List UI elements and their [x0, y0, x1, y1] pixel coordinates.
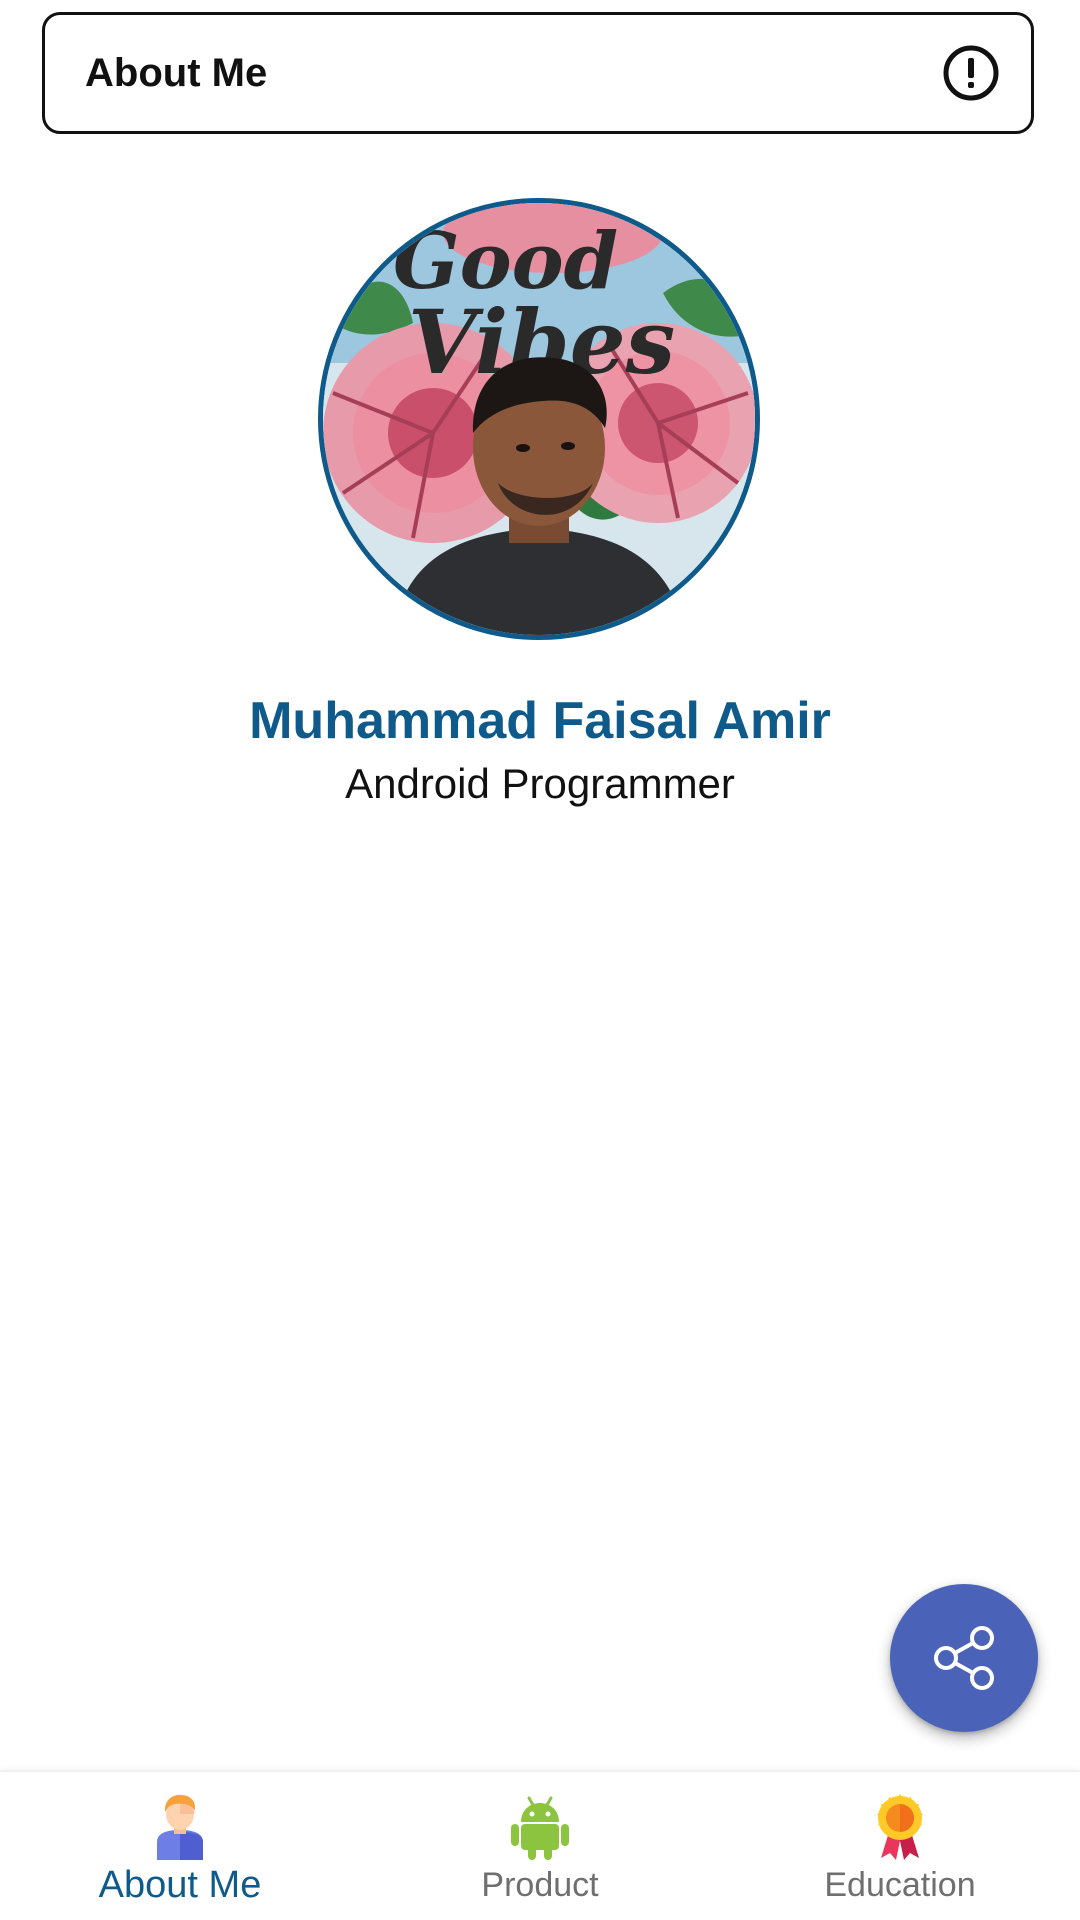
bottom-navigation: About Me Product Education: [0, 1770, 1080, 1920]
profile-role: Android Programmer: [345, 760, 735, 807]
page-title: About Me: [85, 51, 268, 95]
avatar: Good Vibes: [318, 198, 760, 640]
nav-item-product[interactable]: Product: [360, 1772, 720, 1920]
info-icon[interactable]: [941, 43, 1001, 103]
android-icon: [511, 1796, 569, 1860]
profile-photo: Good Vibes: [323, 203, 755, 635]
nav-label-product: Product: [481, 1866, 599, 1904]
app-bar: About Me: [42, 12, 1034, 134]
share-button[interactable]: [890, 1584, 1038, 1732]
profile-name: Muhammad Faisal Amir: [249, 692, 831, 750]
share-icon: [934, 1626, 994, 1690]
screen: About Me Good Vibes Muhammad Faisal Amir…: [0, 0, 1080, 1920]
medal-icon: [877, 1794, 923, 1860]
nav-label-about-me: About Me: [98, 1864, 262, 1906]
nav-item-education[interactable]: Education: [720, 1772, 1080, 1920]
person-icon: [157, 1794, 203, 1860]
nav-item-about-me[interactable]: About Me: [0, 1772, 360, 1920]
nav-label-education: Education: [824, 1866, 976, 1904]
